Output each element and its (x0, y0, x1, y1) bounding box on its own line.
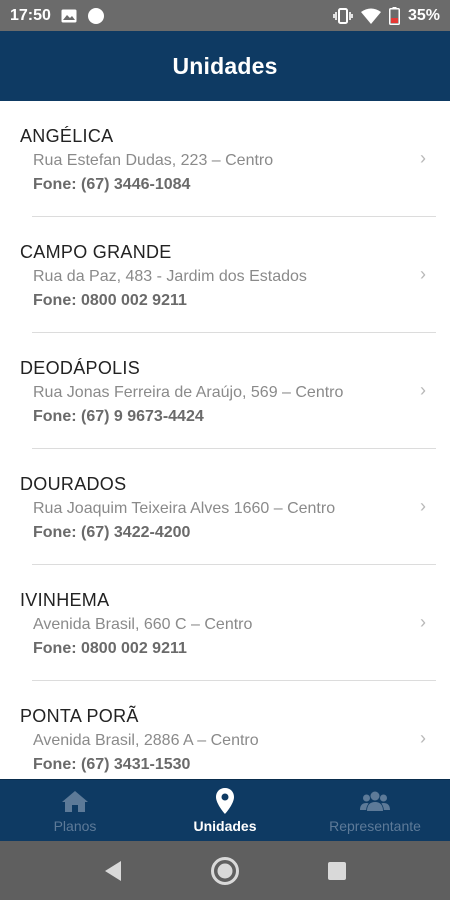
list-item[interactable]: IVINHEMA Avenida Brasil, 660 C – Centro … (0, 565, 450, 681)
unit-list[interactable]: ANGÉLICA Rua Estefan Dudas, 223 – Centro… (0, 101, 450, 779)
wifi-icon (360, 8, 381, 24)
unit-phone: Fone: 0800 002 9211 (33, 292, 187, 309)
chevron-right-icon: › (420, 496, 426, 516)
location-pin-icon (215, 787, 235, 815)
unit-phone: Fone: (67) 9 9673-4424 (33, 408, 204, 425)
recents-button[interactable] (281, 861, 393, 881)
unit-name: IVINHEMA (20, 590, 110, 610)
app-header: Unidades (0, 31, 450, 101)
unit-phone: Fone: (67) 3431-1530 (33, 756, 191, 773)
chevron-right-icon: › (420, 380, 426, 400)
unit-address: Rua da Paz, 483 - Jardim dos Estados (33, 268, 307, 285)
unit-address: Avenida Brasil, 660 C – Centro (33, 616, 253, 633)
nav-label: Unidades (193, 818, 257, 834)
status-bar: 17:50 35% (0, 0, 450, 31)
list-item[interactable]: DEODÁPOLIS Rua Jonas Ferreira de Araújo,… (0, 333, 450, 449)
home-icon (61, 787, 89, 815)
image-icon (61, 9, 77, 23)
battery-icon (388, 6, 400, 25)
chevron-right-icon: › (420, 612, 426, 632)
circle-notification-icon (87, 7, 105, 25)
unit-phone: Fone: (67) 3446-1084 (33, 176, 191, 193)
unit-name: PONTA PORÃ (20, 706, 139, 726)
status-time: 17:50 (10, 6, 51, 24)
unit-phone: Fone: 0800 002 9211 (33, 640, 187, 657)
nav-item-planos[interactable]: Planos (0, 780, 150, 841)
page-title: Unidades (172, 52, 278, 79)
battery-percentage: 35% (407, 6, 440, 24)
vibrate-icon (333, 7, 353, 24)
list-item[interactable]: DOURADOS Rua Joaquim Teixeira Alves 1660… (0, 449, 450, 565)
list-item[interactable]: CAMPO GRANDE Rua da Paz, 483 - Jardim do… (0, 217, 450, 333)
system-nav-bar (0, 841, 450, 900)
unit-name: DOURADOS (20, 474, 127, 494)
nav-label: Representante (329, 818, 421, 834)
unit-name: DEODÁPOLIS (20, 358, 141, 378)
chevron-right-icon: › (420, 728, 426, 748)
back-button[interactable] (57, 860, 169, 882)
unit-address: Avenida Brasil, 2886 A – Centro (33, 732, 259, 749)
unit-phone: Fone: (67) 3422-4200 (33, 524, 191, 541)
people-icon (360, 787, 390, 815)
home-circle-icon (211, 856, 239, 885)
nav-item-representante[interactable]: Representante (300, 780, 450, 841)
unit-address: Rua Jonas Ferreira de Araújo, 569 – Cent… (33, 384, 344, 401)
list-item[interactable]: ANGÉLICA Rua Estefan Dudas, 223 – Centro… (0, 101, 450, 217)
nav-item-unidades[interactable]: Unidades (150, 780, 300, 841)
chevron-right-icon: › (420, 264, 426, 284)
unit-address: Rua Estefan Dudas, 223 – Centro (33, 152, 274, 169)
recents-square-icon (328, 861, 346, 880)
home-button[interactable] (169, 856, 281, 886)
back-triangle-icon (105, 860, 121, 881)
unit-address: Rua Joaquim Teixeira Alves 1660 – Centro (33, 500, 336, 517)
unit-name: CAMPO GRANDE (20, 242, 172, 262)
nav-label: Planos (53, 818, 97, 834)
bottom-nav: Planos Unidades Representante (0, 779, 450, 841)
chevron-right-icon: › (420, 148, 426, 168)
unit-name: ANGÉLICA (20, 126, 114, 146)
list-item[interactable]: PONTA PORÃ Avenida Brasil, 2886 A – Cent… (0, 681, 450, 779)
